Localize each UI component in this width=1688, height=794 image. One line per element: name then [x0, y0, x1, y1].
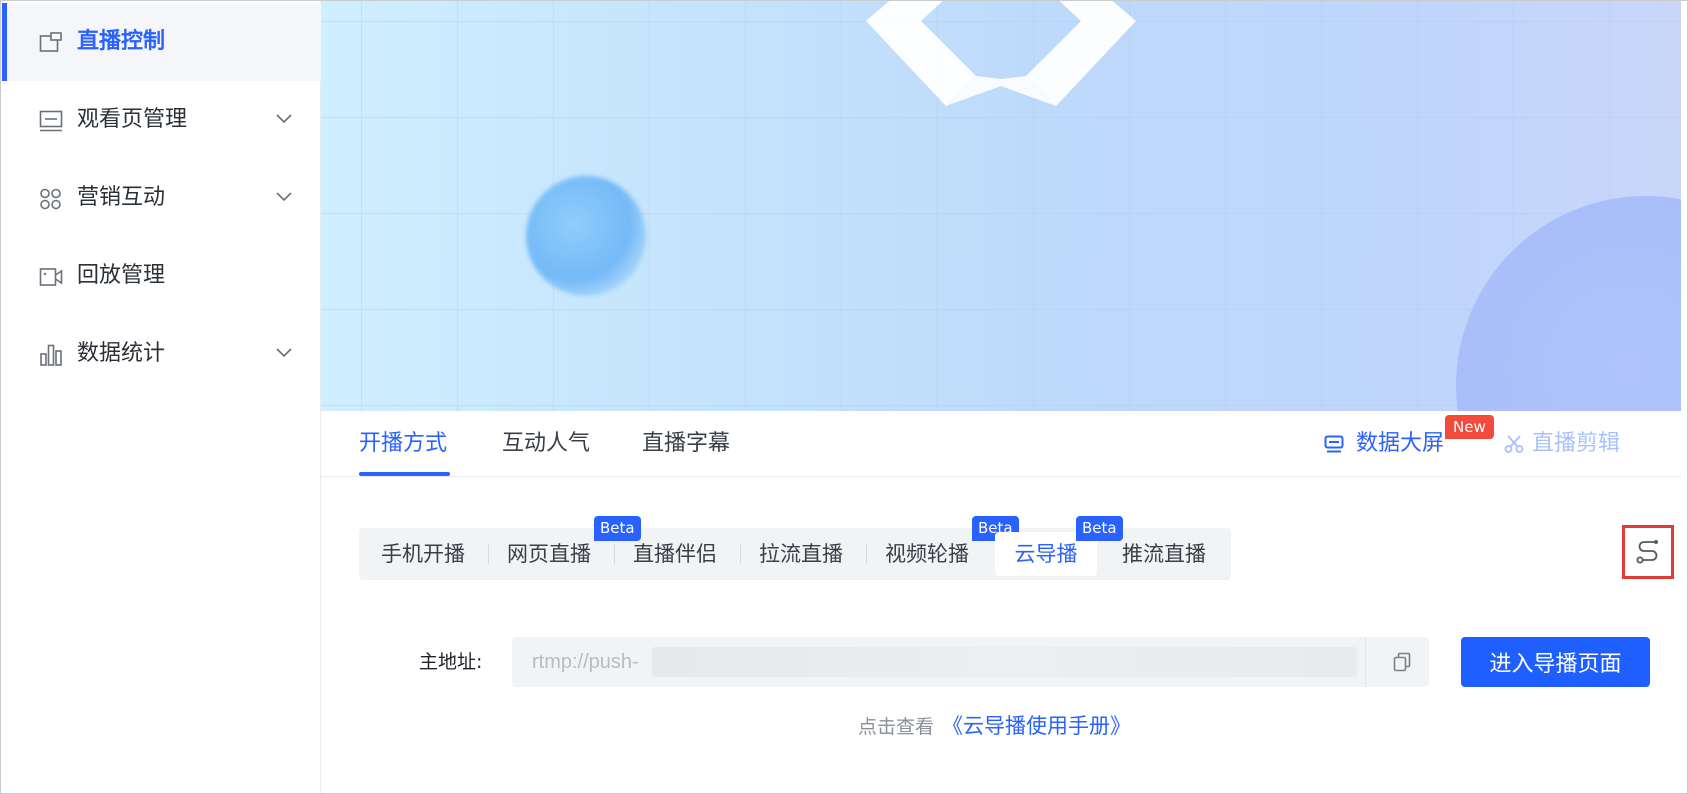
sidebar-item-replay[interactable]: 回放管理: [1, 237, 321, 315]
sidebar-item-label: 观看页管理: [77, 107, 188, 132]
live-clip-label: 直播剪辑: [1532, 431, 1621, 456]
app-frame: 直播控制 观看页管理 营销互动 回放管理 数据统计 开播方式 互动人气 直播字幕…: [0, 0, 1688, 794]
divider: [488, 544, 489, 564]
live-clip-link[interactable]: 直播剪辑: [1504, 429, 1620, 459]
copy-button[interactable]: [1376, 637, 1428, 687]
switch-route-button[interactable]: [1622, 525, 1674, 579]
sidebar-item-statistics[interactable]: 数据统计: [1, 315, 321, 393]
new-badge: New: [1445, 415, 1494, 439]
banner-orb-decoration: [526, 176, 646, 296]
mode-pull-stream[interactable]: 拉流直播: [751, 528, 851, 580]
data-screen-link[interactable]: 数据大屏: [1324, 429, 1444, 459]
sidebar-item-live-control[interactable]: 直播控制: [1, 3, 321, 81]
data-screen-icon: [1324, 435, 1344, 453]
scissors-icon: [1504, 435, 1524, 453]
help-prefix: 点击查看: [858, 716, 935, 738]
divider: [614, 544, 615, 564]
sidebar: 直播控制 观看页管理 营销互动 回放管理 数据统计: [1, 1, 321, 793]
video-camera-icon: [39, 268, 63, 286]
sidebar-item-label: 直播控制: [77, 29, 166, 54]
chevron-down-icon: [276, 114, 292, 124]
tab-broadcast-method[interactable]: 开播方式: [359, 429, 447, 459]
sidebar-item-marketing[interactable]: 营销互动: [1, 159, 321, 237]
sidebar-item-label: 回放管理: [77, 263, 166, 288]
divider: [1365, 637, 1366, 687]
monitor-icon: [39, 110, 63, 132]
main-address-label: 主地址:: [419, 651, 483, 673]
chevron-down-icon: [276, 192, 292, 202]
sidebar-item-label: 数据统计: [77, 341, 166, 366]
main-address-field: [512, 637, 1429, 687]
main-address-input[interactable]: [532, 637, 1372, 687]
main-tabs: 开播方式 互动人气 直播字幕 数据大屏 New 直播剪辑: [321, 411, 1683, 477]
mode-push-stream[interactable]: 推流直播: [1111, 528, 1217, 580]
mode-video-carousel[interactable]: 视频轮播: [877, 528, 977, 580]
divider: [866, 544, 867, 564]
sidebar-item-watch-page[interactable]: 观看页管理: [1, 81, 321, 159]
mode-mobile-broadcast[interactable]: 手机开播: [373, 528, 473, 580]
active-tab-indicator: [359, 472, 450, 476]
sidebar-item-label: 营销互动: [77, 185, 166, 210]
grid-apps-icon: [40, 188, 61, 210]
scrollbar[interactable]: [1681, 1, 1687, 793]
live-control-icon: [39, 32, 62, 52]
tab-live-subtitles[interactable]: 直播字幕: [642, 429, 730, 459]
chevron-down-icon: [276, 348, 292, 358]
tab-interaction-popularity[interactable]: 互动人气: [502, 429, 590, 459]
enter-director-page-button[interactable]: 进入导播页面: [1461, 637, 1650, 687]
copy-icon: [1393, 652, 1411, 672]
broadcast-mode-selector: 手机开播 网页直播 Beta 直播伴侣 拉流直播 视频轮播 Beta 云导播 B…: [359, 516, 1231, 580]
mode-live-companion[interactable]: 直播伴侣: [625, 528, 725, 580]
data-screen-label: 数据大屏: [1356, 431, 1445, 456]
mode-web-live[interactable]: 网页直播: [499, 528, 599, 580]
divider: [740, 544, 741, 564]
help-text: 点击查看 《云导播使用手册》: [858, 713, 1131, 740]
route-switch-icon: [1636, 540, 1658, 564]
live-preview-banner: [321, 1, 1683, 411]
manual-link[interactable]: 《云导播使用手册》: [942, 714, 1131, 738]
brand-logo-icon: [866, 1, 1136, 106]
bar-chart-icon: [40, 344, 62, 366]
